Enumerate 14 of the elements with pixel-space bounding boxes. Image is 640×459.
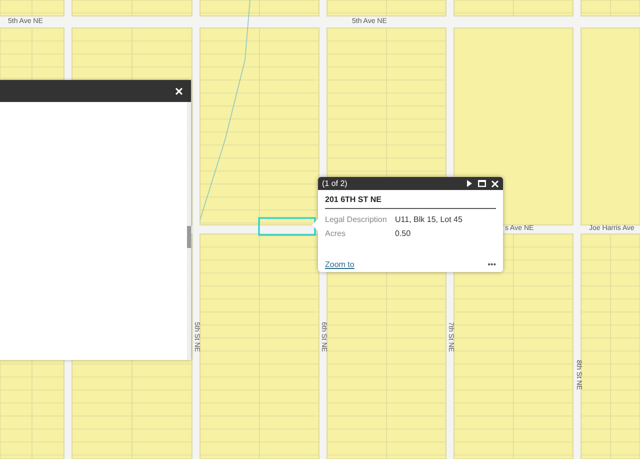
popup-title: 201 6TH ST NE xyxy=(325,195,496,209)
more-button[interactable]: ••• xyxy=(488,260,496,269)
scrollbar-thumb[interactable] xyxy=(187,226,191,248)
close-button[interactable]: × xyxy=(172,84,185,98)
feature-counter: (1 of 2) xyxy=(322,179,348,188)
close-icon[interactable] xyxy=(491,180,499,188)
next-icon[interactable] xyxy=(466,180,473,187)
zoom-to-link[interactable]: Zoom to xyxy=(325,260,354,269)
field-label: Acres xyxy=(325,229,346,238)
field-value: U11, Blk 15, Lot 45 xyxy=(395,215,464,224)
field-label: Legal Description xyxy=(325,215,388,224)
selected-parcel-outline xyxy=(258,217,316,236)
field-value: 0.50 xyxy=(395,229,412,238)
maximize-icon[interactable] xyxy=(478,180,486,187)
